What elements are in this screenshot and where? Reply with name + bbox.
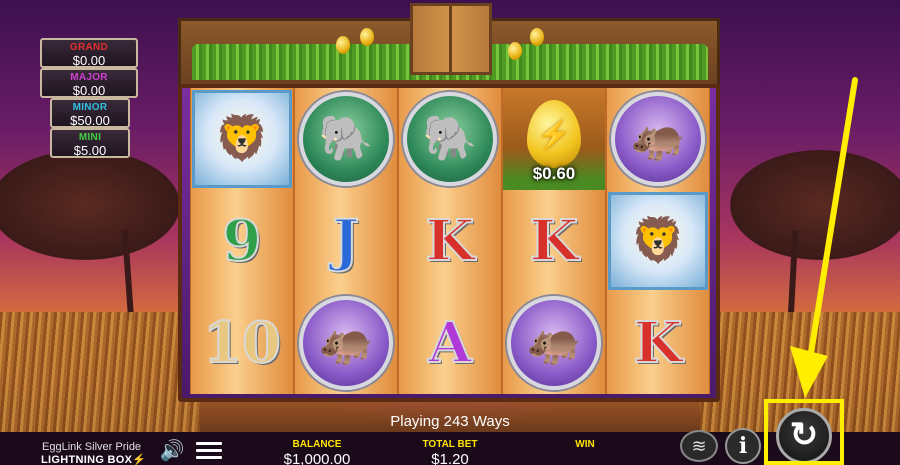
- barn-door: [410, 3, 492, 75]
- symbol-k: K: [425, 207, 476, 275]
- reel-cell-elephant: 🐘: [294, 88, 398, 190]
- symbol-9: 9: [222, 207, 263, 275]
- brand-name: LIGHTNING BOX: [41, 454, 133, 465]
- gold-egg-coin: [508, 42, 522, 60]
- balance-label: BALANCE: [292, 439, 342, 450]
- jackpot-grand-label: GRAND: [69, 42, 109, 53]
- gold-egg-coin: [530, 28, 544, 46]
- egg-prize-value: $0.60: [532, 164, 576, 183]
- jackpot-major-value: $0.00: [72, 83, 106, 98]
- jackpot-mini-label: MINI: [78, 132, 102, 143]
- reel-cell-10: 10: [190, 292, 294, 394]
- total-bet-display[interactable]: TOTAL BET $1.20: [412, 439, 488, 465]
- jackpot-grand: GRAND $0.00: [40, 38, 138, 68]
- gold-egg-coin: [360, 28, 374, 46]
- symbol-j: J: [332, 207, 360, 275]
- elephant-symbol: 🐘: [403, 92, 497, 186]
- reel-cell-k: K: [502, 190, 606, 292]
- total-bet-label: TOTAL BET: [422, 439, 478, 450]
- lion-symbol: 🦁: [608, 192, 708, 290]
- jackpot-minor: MINOR $50.00: [50, 98, 130, 128]
- win-display: WIN: [560, 439, 610, 451]
- win-label: WIN: [575, 439, 595, 450]
- reel-grid: 🦁 🐘 🐘 ⚡ $0.60 🦛 9 J K K 🦁 10 🦛 A 🦛 K: [190, 88, 710, 394]
- reel-cell-egg: ⚡ $0.60: [502, 88, 606, 190]
- game-name: EggLink Silver Pride: [42, 441, 142, 453]
- balance-display: BALANCE $1,000.00: [275, 439, 359, 465]
- acacia-tree-left: [0, 150, 180, 260]
- hamburger-menu-icon[interactable]: [196, 442, 222, 462]
- reel-cell-k: K: [606, 292, 710, 394]
- lion-icon: 🦁: [214, 114, 270, 163]
- coin-stack-icon[interactable]: ≋: [680, 430, 718, 462]
- golden-egg-icon: ⚡: [527, 100, 581, 168]
- reel-cell-elephant: 🐘: [398, 88, 502, 190]
- symbol-k: K: [633, 309, 684, 377]
- hippo-icon: 🦛: [318, 318, 374, 367]
- symbol-a: A: [427, 309, 472, 377]
- total-bet-value: $1.20: [431, 451, 469, 465]
- jackpot-mini-value: $5.00: [73, 143, 107, 158]
- reel-cell-lion: 🦁: [606, 190, 710, 292]
- jackpot-major-label: MAJOR: [70, 72, 108, 83]
- speaker-icon[interactable]: 🔊: [158, 440, 186, 462]
- jackpot-panel: GRAND $0.00 MAJOR $0.00 MINOR $50.00 MIN…: [40, 38, 138, 158]
- balance-value: $1,000.00: [283, 451, 351, 465]
- lion-symbol: 🦁: [192, 90, 292, 188]
- brand-logo: LIGHTNING BOX⚡: [41, 453, 146, 465]
- spin-highlight-box: [764, 399, 844, 465]
- jackpot-grand-value: $0.00: [72, 53, 106, 68]
- reel-cell-j: J: [294, 190, 398, 292]
- hippo-symbol: 🦛: [299, 296, 393, 390]
- elephant-symbol: 🐘: [299, 92, 393, 186]
- jackpot-major: MAJOR $0.00: [40, 68, 138, 98]
- hippo-icon: 🦛: [526, 318, 582, 367]
- lion-icon: 🦁: [630, 216, 686, 265]
- reel-cell-hippo: 🦛: [294, 292, 398, 394]
- elephant-icon: 🐘: [422, 114, 478, 163]
- jackpot-minor-value: $50.00: [70, 113, 110, 128]
- acacia-tree-right: [730, 150, 900, 260]
- reel-cell-hippo: 🦛: [606, 88, 710, 190]
- reel-cell-k: K: [398, 190, 502, 292]
- elephant-icon: 🐘: [318, 114, 374, 163]
- gold-egg-coin: [336, 36, 350, 54]
- hippo-symbol: 🦛: [507, 296, 601, 390]
- lightning-bolt-icon: ⚡: [132, 454, 147, 465]
- jackpot-minor-label: MINOR: [72, 102, 108, 113]
- hippo-symbol: 🦛: [611, 92, 705, 186]
- reel-cell-a: A: [398, 292, 502, 394]
- symbol-10: 10: [202, 309, 282, 377]
- reel-cell-9: 9: [190, 190, 294, 292]
- hippo-icon: 🦛: [630, 114, 686, 163]
- reel-cell-lion: 🦁: [190, 88, 294, 190]
- symbol-k: K: [529, 207, 580, 275]
- reel-cell-hippo: 🦛: [502, 292, 606, 394]
- info-icon[interactable]: i: [725, 428, 761, 464]
- jackpot-mini: MINI $5.00: [50, 128, 130, 158]
